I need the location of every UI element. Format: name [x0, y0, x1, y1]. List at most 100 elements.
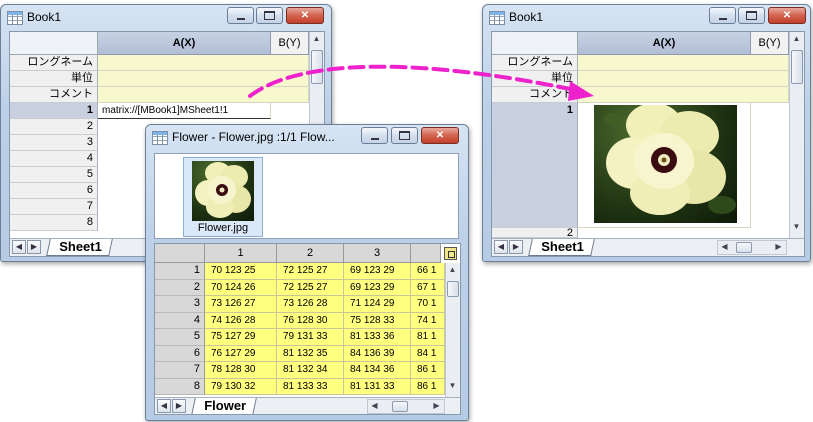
- titlebar[interactable]: Book1 ✕: [483, 5, 810, 29]
- row-number[interactable]: 5: [10, 167, 98, 183]
- horizontal-scrollbar[interactable]: ◀ ▶: [717, 240, 787, 255]
- sheet-tab-sheet1[interactable]: Sheet1: [46, 239, 113, 256]
- matrix-cell[interactable]: 81 133 36: [344, 329, 411, 346]
- matrix-row-number[interactable]: 3: [155, 296, 205, 313]
- matrix-row-number[interactable]: 4: [155, 312, 205, 329]
- matrix-column-header[interactable]: [411, 244, 441, 263]
- maximize-button[interactable]: [738, 7, 765, 24]
- matrix-cell[interactable]: 84 134 36: [344, 362, 411, 379]
- scroll-up-icon[interactable]: ▲: [446, 265, 459, 274]
- meta-cell[interactable]: [578, 87, 789, 103]
- matrix-column-header[interactable]: 3: [344, 244, 411, 263]
- maximize-button[interactable]: [391, 127, 418, 144]
- close-button[interactable]: ✕: [421, 127, 459, 144]
- meta-cell[interactable]: [578, 55, 789, 71]
- matrix-grid-toggle-icon[interactable]: [444, 247, 457, 260]
- matrix-cell[interactable]: 75 128 33: [344, 312, 411, 329]
- scroll-down-icon[interactable]: ▼: [446, 381, 459, 390]
- matrix-cell[interactable]: 84 136 39: [344, 345, 411, 362]
- matrix-cell[interactable]: 76 128 30: [277, 312, 344, 329]
- scroll-thumb[interactable]: [791, 50, 803, 84]
- scroll-thumb[interactable]: [447, 281, 459, 297]
- row-number[interactable]: 1: [492, 103, 578, 228]
- row-number[interactable]: 1: [10, 103, 98, 119]
- matrix-cell[interactable]: 81 132 35: [277, 345, 344, 362]
- matrix-cell[interactable]: 86 1: [411, 362, 445, 379]
- minimize-button[interactable]: [227, 7, 254, 24]
- scroll-left-icon[interactable]: ◀: [368, 401, 381, 410]
- matrix-cell[interactable]: 76 127 29: [205, 345, 277, 362]
- matrix-cell[interactable]: 79 131 33: [277, 329, 344, 346]
- column-header-a[interactable]: A(X): [98, 32, 271, 55]
- matrix-cell[interactable]: 84 1: [411, 345, 445, 362]
- cell-a1-image[interactable]: [578, 103, 751, 228]
- tab-next-icon[interactable]: ▶: [509, 240, 523, 254]
- tab-next-icon[interactable]: ▶: [172, 399, 186, 413]
- titlebar[interactable]: Book1 ✕: [1, 5, 331, 29]
- row-number[interactable]: 6: [10, 183, 98, 199]
- column-header-b[interactable]: B(Y): [751, 32, 789, 55]
- matrix-cell[interactable]: 72 125 27: [277, 263, 344, 280]
- meta-cell[interactable]: [98, 87, 309, 103]
- row-label-longname[interactable]: ロングネーム: [492, 55, 578, 71]
- matrix-cell[interactable]: 73 126 27: [205, 296, 277, 313]
- meta-cell[interactable]: [578, 71, 789, 87]
- matrix-corner[interactable]: [155, 244, 205, 263]
- row-number[interactable]: 7: [10, 199, 98, 215]
- scroll-up-icon[interactable]: ▲: [790, 34, 803, 43]
- row-label-units[interactable]: 単位: [492, 71, 578, 87]
- matrix-row-number[interactable]: 5: [155, 329, 205, 346]
- thumbnail-item[interactable]: Flower.jpg: [183, 157, 263, 237]
- maximize-button[interactable]: [256, 7, 283, 24]
- row-label-comments[interactable]: コメント: [492, 87, 578, 103]
- matrix-cell[interactable]: 71 124 29: [344, 296, 411, 313]
- row-number[interactable]: 2: [492, 228, 578, 239]
- sheet-tab-sheet1[interactable]: Sheet1: [528, 239, 595, 256]
- matrix-column-header[interactable]: 1: [205, 244, 277, 263]
- matrix-cell[interactable]: 69 123 29: [344, 279, 411, 296]
- matrix-row-number[interactable]: 7: [155, 362, 205, 379]
- sheet-tab-flower[interactable]: Flower: [191, 398, 257, 414]
- matrix-row-number[interactable]: 2: [155, 279, 205, 296]
- matrix-cell[interactable]: 74 126 28: [205, 312, 277, 329]
- close-button[interactable]: ✕: [768, 7, 806, 24]
- column-header-a[interactable]: A(X): [578, 32, 751, 55]
- row-label-longname[interactable]: ロングネーム: [10, 55, 98, 71]
- matrix-row-number[interactable]: 6: [155, 345, 205, 362]
- matrix-row-number[interactable]: 1: [155, 263, 205, 280]
- matrix-cell[interactable]: 67 1: [411, 279, 445, 296]
- vertical-scrollbar[interactable]: ▲ ▼: [789, 32, 804, 238]
- matrix-cell[interactable]: 79 130 32: [205, 378, 277, 395]
- matrix-cell[interactable]: 75 127 29: [205, 329, 277, 346]
- matrix-cell[interactable]: 66 1: [411, 263, 445, 280]
- tab-next-icon[interactable]: ▶: [27, 240, 41, 254]
- scroll-right-icon[interactable]: ▶: [772, 242, 785, 251]
- sheet-corner[interactable]: [10, 32, 98, 55]
- scroll-down-icon[interactable]: ▼: [790, 222, 803, 231]
- tab-prev-icon[interactable]: ◀: [157, 399, 171, 413]
- matrix-cell[interactable]: 81 1: [411, 329, 445, 346]
- sheet-corner[interactable]: [492, 32, 578, 55]
- vertical-scrollbar[interactable]: ▲ ▼: [445, 263, 460, 397]
- minimize-button[interactable]: [709, 7, 736, 24]
- titlebar[interactable]: Flower - Flower.jpg :1/1 Flow... ✕: [146, 125, 468, 149]
- scroll-thumb[interactable]: [311, 50, 323, 84]
- matrix-cell[interactable]: 78 128 30: [205, 362, 277, 379]
- row-number[interactable]: 3: [10, 135, 98, 151]
- matrix-cell[interactable]: 81 131 33: [344, 378, 411, 395]
- cell-a1[interactable]: matrix://[MBook1]MSheet1!1: [98, 103, 271, 119]
- matrix-cell[interactable]: 70 1: [411, 296, 445, 313]
- row-number[interactable]: 2: [10, 119, 98, 135]
- matrix-cell[interactable]: 70 123 25: [205, 263, 277, 280]
- scroll-left-icon[interactable]: ◀: [718, 242, 731, 251]
- row-label-units[interactable]: 単位: [10, 71, 98, 87]
- scroll-thumb[interactable]: [392, 401, 408, 412]
- meta-cell[interactable]: [98, 55, 309, 71]
- matrix-cell[interactable]: 81 133 33: [277, 378, 344, 395]
- matrix-cell[interactable]: 72 125 27: [277, 279, 344, 296]
- minimize-button[interactable]: [361, 127, 388, 144]
- matrix-column-header[interactable]: 2: [277, 244, 344, 263]
- row-number[interactable]: 4: [10, 151, 98, 167]
- matrix-cell[interactable]: 81 132 34: [277, 362, 344, 379]
- scroll-up-icon[interactable]: ▲: [310, 34, 323, 43]
